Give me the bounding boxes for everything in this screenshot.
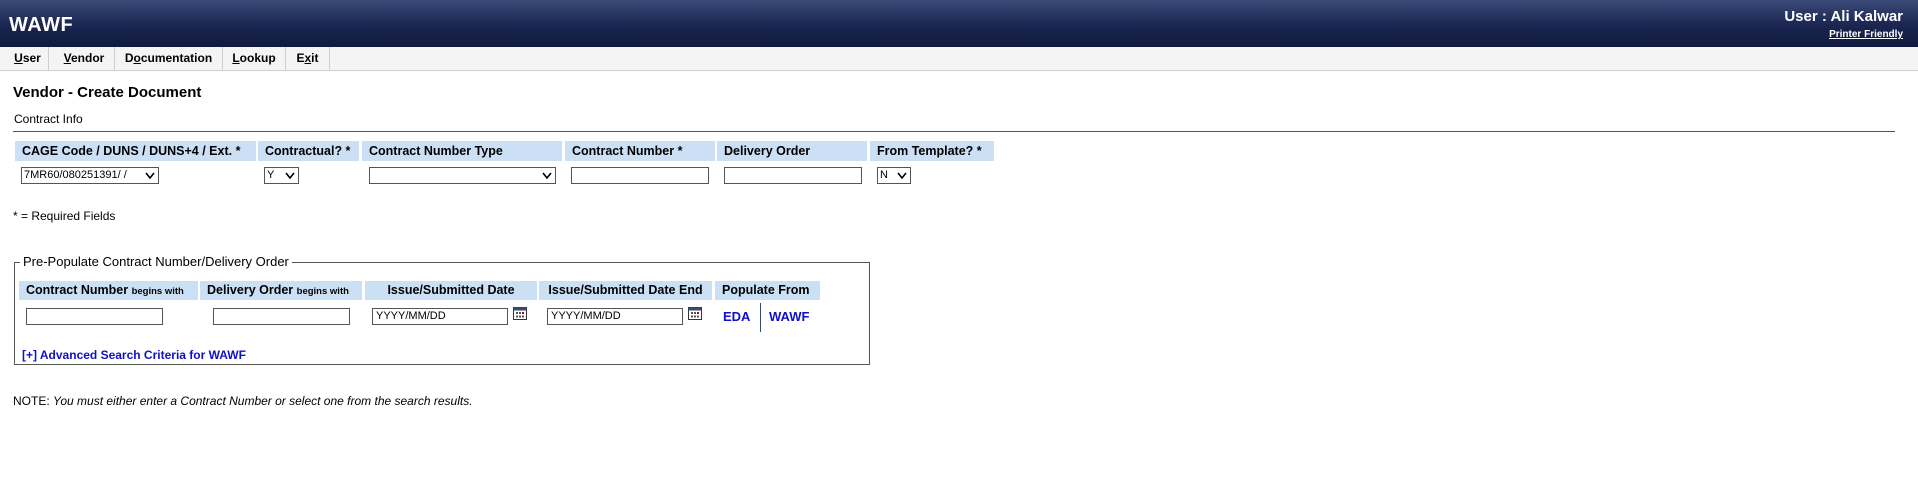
menu-documentation-label: cumentation: [140, 51, 213, 65]
app-header: WAWF User : Ali Kalwar Printer Friendly: [0, 0, 1918, 47]
issue-date-end-input[interactable]: YYYY/MM/DD: [547, 308, 683, 325]
user-label: User : Ali Kalwar: [1784, 8, 1903, 25]
contractual-select[interactable]: Y: [264, 167, 299, 184]
calendar-icon[interactable]: [513, 307, 527, 320]
required-fields-note: * = Required Fields: [13, 209, 116, 223]
header-delivery-order: Delivery Order: [717, 141, 867, 161]
header-contractual: Contractual? *: [258, 141, 359, 161]
chevron-down-icon: [542, 172, 552, 180]
header-from-template: From Template? *: [870, 141, 994, 161]
advanced-search-link[interactable]: [+] Advanced Search Criteria for WAWF: [22, 348, 246, 362]
prepop-contract-number-input[interactable]: [26, 308, 163, 325]
app-logo: WAWF: [9, 14, 74, 36]
menu-user-accesskey: U: [14, 51, 23, 65]
chevron-down-icon: [145, 172, 155, 180]
populate-from-divider: [760, 303, 761, 332]
header-prepop-contract-number-label: Contract Number: [26, 283, 129, 297]
search-note: NOTE: You must either enter a Contract N…: [13, 394, 473, 408]
calendar-icon[interactable]: [688, 307, 702, 320]
header-prepop-delivery-order: Delivery Order begins with: [200, 281, 362, 300]
search-note-label: NOTE:: [13, 394, 50, 408]
header-prepop-delivery-order-label: Delivery Order: [207, 283, 294, 297]
header-issue-date-end: Issue/Submitted Date End: [539, 281, 712, 300]
populate-from-wawf-link[interactable]: WAWF: [769, 309, 809, 324]
prepopulate-legend: Pre-Populate Contract Number/Delivery Or…: [20, 254, 292, 269]
delivery-order-input[interactable]: [724, 167, 862, 184]
menu-documentation-accesskey: o: [133, 51, 141, 65]
header-contract-number: Contract Number *: [565, 141, 715, 161]
header-contract-number-type: Contract Number Type: [362, 141, 562, 161]
printer-friendly-link[interactable]: Printer Friendly: [1829, 29, 1903, 40]
header-prepop-contract-number: Contract Number begins with: [19, 281, 198, 300]
prepop-delivery-order-input[interactable]: [213, 308, 350, 325]
menu-vendor-accesskey: V: [63, 51, 71, 65]
header-cage-code: CAGE Code / DUNS / DUNS+4 / Ext. *: [15, 141, 256, 161]
header-populate-from: Populate From: [715, 281, 820, 300]
menu-user[interactable]: User: [7, 47, 49, 70]
menu-exit[interactable]: Exit: [286, 47, 330, 70]
populate-from-eda-link[interactable]: EDA: [723, 309, 750, 324]
from-template-value: N: [880, 169, 888, 181]
menu-user-label: ser: [22, 51, 41, 65]
section-title-contract-info: Contract Info: [14, 112, 83, 126]
header-prepop-delivery-order-hint: begins with: [296, 286, 349, 297]
contractual-value: Y: [267, 169, 275, 181]
menu-vendor-label: endor: [71, 51, 105, 65]
section-divider: [13, 131, 1895, 132]
menu-documentation[interactable]: Documentation: [115, 47, 223, 70]
page-title: Vendor - Create Document: [13, 84, 202, 101]
contract-number-input[interactable]: [571, 167, 709, 184]
chevron-down-icon: [897, 172, 907, 180]
from-template-select[interactable]: N: [877, 167, 911, 184]
header-prepop-contract-number-hint: begins with: [131, 286, 184, 297]
search-note-text: You must either enter a Contract Number …: [53, 394, 473, 408]
menu-exit-label: it: [311, 51, 319, 65]
cage-code-select[interactable]: 7MR60/080251391/ /: [21, 167, 159, 184]
menu-bar: User Vendor Documentation Lookup Exit: [0, 47, 1918, 71]
issue-date-input[interactable]: YYYY/MM/DD: [372, 308, 508, 325]
chevron-down-icon: [285, 172, 295, 180]
menu-vendor[interactable]: Vendor: [54, 47, 115, 70]
menu-lookup-label: ookup: [239, 51, 276, 65]
menu-lookup[interactable]: Lookup: [223, 47, 286, 70]
cage-code-value: 7MR60/080251391/ /: [24, 169, 127, 181]
header-issue-date: Issue/Submitted Date: [365, 281, 537, 300]
menu-lookup-accesskey: L: [232, 51, 240, 65]
contract-number-type-select[interactable]: [369, 167, 556, 184]
